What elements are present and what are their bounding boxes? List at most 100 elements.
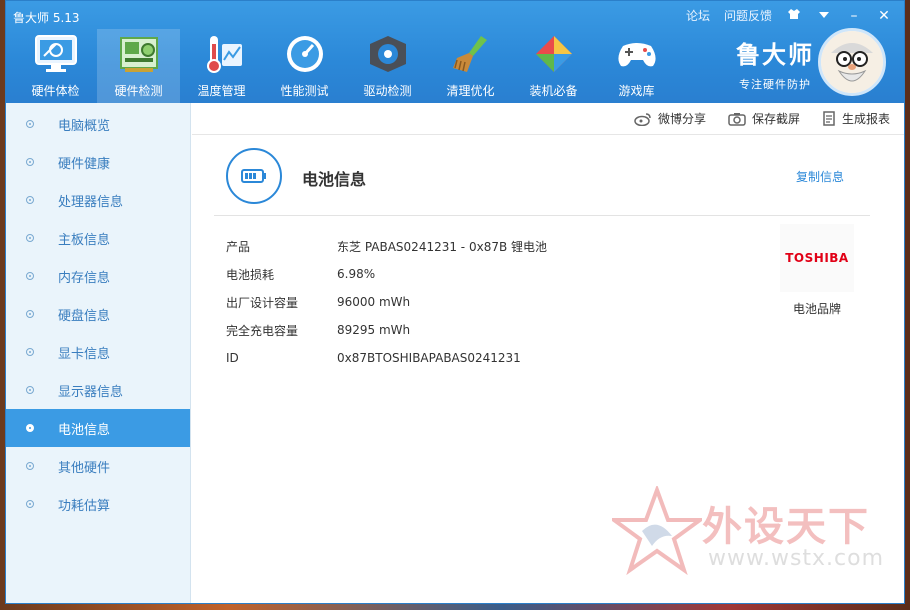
sidebar-item-label: 硬盘信息 bbox=[58, 308, 111, 324]
section-title: 电池信息 bbox=[302, 170, 367, 189]
menu-icon[interactable] bbox=[816, 8, 832, 24]
bullet-icon bbox=[26, 386, 34, 394]
camera-icon bbox=[728, 112, 746, 126]
bullet-icon bbox=[26, 120, 34, 128]
sidebar-item-label: 功耗估算 bbox=[58, 498, 111, 514]
sidebar-item-label: 硬件健康 bbox=[58, 156, 111, 172]
brand-name: 鲁大师 bbox=[736, 41, 814, 69]
battery-icon bbox=[226, 148, 282, 204]
tab-driver[interactable]: 驱动检测 bbox=[346, 29, 429, 103]
minimize-button[interactable]: – bbox=[846, 8, 862, 24]
info-value: 0x87BTOSHIBAPABAS0241231 bbox=[337, 351, 521, 365]
gear-box-icon bbox=[365, 32, 411, 76]
sidebar-item-other[interactable]: 其他硬件 bbox=[6, 447, 190, 485]
gauge-icon bbox=[282, 32, 328, 76]
header: 鲁大师 5.13 论坛 问题反馈 – ✕ 硬件体检 硬件检测 温度管理 性能测试… bbox=[6, 1, 904, 103]
avatar[interactable] bbox=[818, 28, 886, 96]
package-icon bbox=[531, 32, 577, 76]
sidebar-item-label: 其他硬件 bbox=[58, 460, 111, 476]
sidebar-item-health[interactable]: 硬件健康 bbox=[6, 143, 190, 181]
shirt-icon[interactable] bbox=[786, 8, 802, 24]
sidebar: 电脑概览 硬件健康 处理器信息 主板信息 内存信息 硬盘信息 显卡信息 显示器信… bbox=[6, 103, 191, 603]
tab-hardware-detect[interactable]: 硬件检测 bbox=[97, 29, 180, 103]
forum-link[interactable]: 论坛 bbox=[686, 7, 710, 24]
info-value: 6.98% bbox=[337, 267, 376, 281]
sidebar-item-battery[interactable]: 电池信息 bbox=[6, 409, 190, 447]
toolbar: 微博分享 保存截屏 生成报表 bbox=[192, 103, 904, 135]
watermark: 外设天下 www.wstx.com bbox=[607, 484, 904, 586]
sidebar-item-overview[interactable]: 电脑概览 bbox=[6, 105, 190, 143]
info-row-wear: 电池损耗 6.98% bbox=[226, 260, 547, 288]
thermometer-icon bbox=[199, 32, 245, 76]
sidebar-item-power[interactable]: 功耗估算 bbox=[6, 485, 190, 523]
tab-label: 硬件检测 bbox=[114, 84, 163, 98]
sidebar-item-label: 电池信息 bbox=[58, 422, 111, 438]
app-window: 鲁大师 5.13 论坛 问题反馈 – ✕ 硬件体检 硬件检测 温度管理 性能测试… bbox=[5, 0, 905, 604]
sidebar-item-label: 处理器信息 bbox=[58, 194, 124, 210]
brand-block: 鲁大师 专注硬件防护 bbox=[736, 35, 814, 92]
tab-label: 硬件体检 bbox=[31, 84, 80, 98]
feedback-link[interactable]: 问题反馈 bbox=[724, 7, 772, 24]
section-header: 电池信息 复制信息 bbox=[214, 148, 870, 216]
sidebar-item-cpu[interactable]: 处理器信息 bbox=[6, 181, 190, 219]
sidebar-list: 电脑概览 硬件健康 处理器信息 主板信息 内存信息 硬盘信息 显卡信息 显示器信… bbox=[6, 103, 190, 523]
bullet-icon bbox=[26, 462, 34, 470]
tab-temperature[interactable]: 温度管理 bbox=[180, 29, 263, 103]
info-row-full-capacity: 完全充电容量 89295 mWh bbox=[226, 316, 547, 344]
battery-brand: TOSHIBA 电池品牌 bbox=[780, 224, 854, 317]
generate-report-button[interactable]: 生成报表 bbox=[822, 110, 890, 127]
bullet-icon bbox=[26, 424, 34, 432]
monitor-icon bbox=[33, 32, 79, 76]
info-value: 89295 mWh bbox=[337, 323, 411, 337]
tab-games[interactable]: 游戏库 bbox=[595, 29, 678, 103]
top-links: 论坛 问题反馈 – ✕ bbox=[686, 7, 892, 24]
watermark-url: www.wstx.com bbox=[708, 546, 885, 571]
gamepad-icon bbox=[614, 32, 660, 76]
info-value: 东芝 PABAS0241231 - 0x87B 锂电池 bbox=[337, 239, 548, 254]
sidebar-item-disk[interactable]: 硬盘信息 bbox=[6, 295, 190, 333]
bullet-icon bbox=[26, 196, 34, 204]
battery-info-table: 产品 东芝 PABAS0241231 - 0x87B 锂电池 电池损耗 6.98% … bbox=[226, 232, 547, 372]
sidebar-item-label: 内存信息 bbox=[58, 270, 111, 286]
tab-essentials[interactable]: 装机必备 bbox=[512, 29, 595, 103]
sidebar-item-gpu[interactable]: 显卡信息 bbox=[6, 333, 190, 371]
save-screenshot-button[interactable]: 保存截屏 bbox=[728, 110, 800, 127]
circuit-board-icon bbox=[116, 32, 162, 76]
info-row-product: 产品 东芝 PABAS0241231 - 0x87B 锂电池 bbox=[226, 232, 547, 260]
sidebar-item-display[interactable]: 显示器信息 bbox=[6, 371, 190, 409]
weibo-share-button[interactable]: 微博分享 bbox=[634, 110, 706, 127]
info-row-id: ID 0x87BTOSHIBAPABAS0241231 bbox=[226, 344, 547, 372]
generate-report-label: 生成报表 bbox=[841, 112, 890, 126]
copy-info-link[interactable]: 复制信息 bbox=[796, 168, 844, 185]
watermark-text: 外设天下 bbox=[702, 504, 870, 550]
bullet-icon bbox=[26, 272, 34, 280]
brand-logo-text: TOSHIBA bbox=[785, 251, 849, 265]
brand-caption: 电池品牌 bbox=[792, 302, 841, 316]
info-label: 产品 bbox=[226, 239, 251, 254]
close-button[interactable]: ✕ bbox=[876, 8, 892, 24]
tab-cleanup[interactable]: 清理优化 bbox=[429, 29, 512, 103]
info-row-design-capacity: 出厂设计容量 96000 mWh bbox=[226, 288, 547, 316]
bullet-icon bbox=[26, 234, 34, 242]
tab-label: 装机必备 bbox=[529, 84, 578, 98]
save-screenshot-label: 保存截屏 bbox=[751, 112, 800, 126]
sidebar-item-motherboard[interactable]: 主板信息 bbox=[6, 219, 190, 257]
info-label: 完全充电容量 bbox=[226, 323, 299, 338]
tab-label: 温度管理 bbox=[197, 84, 246, 98]
sidebar-item-label: 显示器信息 bbox=[58, 384, 124, 400]
info-value: 96000 mWh bbox=[337, 295, 411, 309]
toshiba-logo: TOSHIBA bbox=[780, 224, 854, 292]
info-label: 出厂设计容量 bbox=[226, 295, 299, 310]
brand-slogan: 专注硬件防护 bbox=[739, 78, 811, 91]
tab-performance[interactable]: 性能测试 bbox=[263, 29, 346, 103]
tab-label: 性能测试 bbox=[280, 84, 329, 98]
tab-label: 驱动检测 bbox=[363, 84, 412, 98]
bullet-icon bbox=[26, 310, 34, 318]
app-title: 鲁大师 5.13 bbox=[13, 11, 80, 25]
sidebar-item-memory[interactable]: 内存信息 bbox=[6, 257, 190, 295]
tab-label: 清理优化 bbox=[446, 84, 495, 98]
star-logo-icon bbox=[607, 484, 707, 576]
report-icon bbox=[822, 111, 836, 126]
tab-hardware-checkup[interactable]: 硬件体检 bbox=[14, 29, 97, 103]
sidebar-item-label: 电脑概览 bbox=[58, 118, 111, 134]
